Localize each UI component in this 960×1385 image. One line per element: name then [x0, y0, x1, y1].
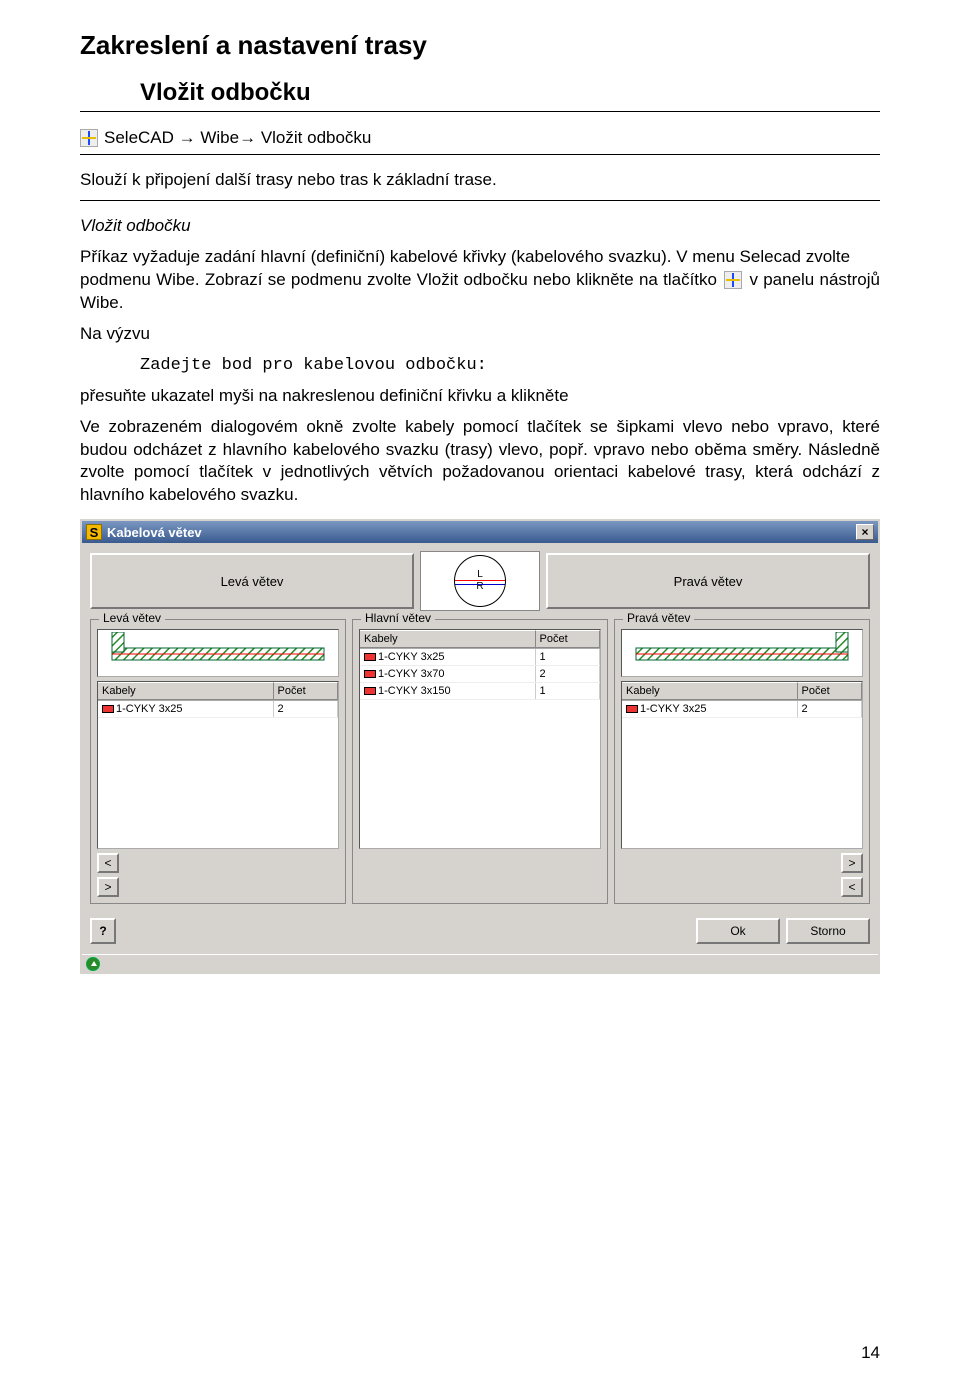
cell: 1 [536, 683, 601, 699]
col-header-kabely[interactable]: Kabely [98, 682, 274, 700]
close-button[interactable]: × [856, 524, 874, 540]
cell: 2 [274, 701, 339, 717]
cross-icon [80, 129, 98, 147]
cell: 1-CYKY 3x25 [378, 651, 444, 663]
statusbar [82, 954, 878, 972]
cell: 2 [798, 701, 863, 717]
ok-button[interactable]: Ok [696, 918, 780, 944]
move-right-button[interactable]: > [97, 877, 119, 897]
dialog-footer: ? Ok Storno [82, 912, 878, 954]
page-number: 14 [861, 1343, 880, 1363]
paragraph: Příkaz vyžaduje zadání hlavní (definiční… [80, 246, 880, 315]
group-left-branch: Levá větev Kabely Počet 1-CYKY 3x25 [90, 619, 346, 904]
cable-icon [364, 653, 376, 661]
dialog-title: Kabelová větev [107, 525, 202, 540]
cell: 2 [536, 666, 601, 682]
col-header-kabely[interactable]: Kabely [360, 630, 536, 648]
label-r: R [476, 581, 483, 593]
paragraph: Slouží k připojení další trasy nebo tras… [80, 169, 880, 192]
cable-icon [626, 705, 638, 713]
group-main-branch: Hlavní větev Kabely Počet 1-CYKY 3x25 1 … [352, 619, 608, 904]
group-legend: Pravá větev [623, 611, 694, 625]
cross-icon [724, 271, 742, 289]
col-header-pocet[interactable]: Počet [274, 682, 339, 700]
text: podmenu Wibe. Zobrazí se podmenu zvolte … [80, 270, 722, 289]
text: Příkaz vyžaduje zadání hlavní (definiční… [80, 247, 850, 266]
branch-graphic-right[interactable] [621, 629, 863, 677]
cell: 1 [536, 649, 601, 665]
titlebar: S Kabelová větev × [82, 521, 878, 543]
heading-main: Zakreslení a nastavení trasy [80, 30, 880, 61]
cancel-button[interactable]: Storno [786, 918, 870, 944]
cable-list-right[interactable]: Kabely Počet 1-CYKY 3x25 2 [621, 681, 863, 849]
lr-schematic: L R [420, 551, 540, 611]
app-icon: S [86, 524, 102, 540]
group-right-branch: Pravá větev Kabely Počet 1-CYKY 3x25 [614, 619, 870, 904]
heading-sub: Vložit odbočku [140, 79, 880, 107]
dialog-kabelova-vetev: S Kabelová větev × Levá větev L R Pravá … [80, 519, 880, 974]
cable-list-left[interactable]: Kabely Počet 1-CYKY 3x25 2 [97, 681, 339, 849]
cable-icon [364, 687, 376, 695]
cell: 1-CYKY 3x150 [378, 685, 451, 697]
col-header-kabely[interactable]: Kabely [622, 682, 798, 700]
cable-icon [364, 670, 376, 678]
right-branch-button[interactable]: Pravá větev [546, 553, 870, 609]
paragraph: Ve zobrazeném dialogovém okně zvolte kab… [80, 416, 880, 508]
status-icon [86, 957, 100, 971]
table-row[interactable]: 1-CYKY 3x25 2 [98, 701, 338, 718]
paragraph: Na výzvu [80, 323, 880, 346]
col-header-pocet[interactable]: Počet [536, 630, 601, 648]
move-left-button[interactable]: < [841, 877, 863, 897]
code-prompt: Zadejte bod pro kabelovou odbočku: [140, 356, 880, 375]
cell: 1-CYKY 3x25 [116, 703, 182, 715]
rule [80, 200, 880, 201]
move-right-button[interactable]: > [841, 853, 863, 873]
breadcrumb: SeleCAD → Wibe→ Vložit odbočku [104, 128, 371, 148]
paragraph: přesuňte ukazatel myši na nakreslenou de… [80, 385, 880, 408]
help-button[interactable]: ? [90, 918, 116, 944]
group-legend: Levá větev [99, 611, 165, 625]
rule [80, 111, 880, 112]
move-left-button[interactable]: < [97, 853, 119, 873]
table-row[interactable]: 1-CYKY 3x150 1 [360, 683, 600, 700]
col-header-pocet[interactable]: Počet [798, 682, 863, 700]
left-branch-button[interactable]: Levá větev [90, 553, 414, 609]
cable-icon [102, 705, 114, 713]
branch-graphic-left[interactable] [97, 629, 339, 677]
rule [80, 154, 880, 155]
table-row[interactable]: 1-CYKY 3x25 2 [622, 701, 862, 718]
cable-list-main[interactable]: Kabely Počet 1-CYKY 3x25 1 1-CYKY 3x70 2… [359, 629, 601, 849]
table-row[interactable]: 1-CYKY 3x25 1 [360, 649, 600, 666]
table-row[interactable]: 1-CYKY 3x70 2 [360, 666, 600, 683]
cell: 1-CYKY 3x70 [378, 668, 444, 680]
paragraph-title-italic: Vložit odbočku [80, 215, 880, 238]
group-legend: Hlavní větev [361, 611, 435, 625]
cell: 1-CYKY 3x25 [640, 703, 706, 715]
